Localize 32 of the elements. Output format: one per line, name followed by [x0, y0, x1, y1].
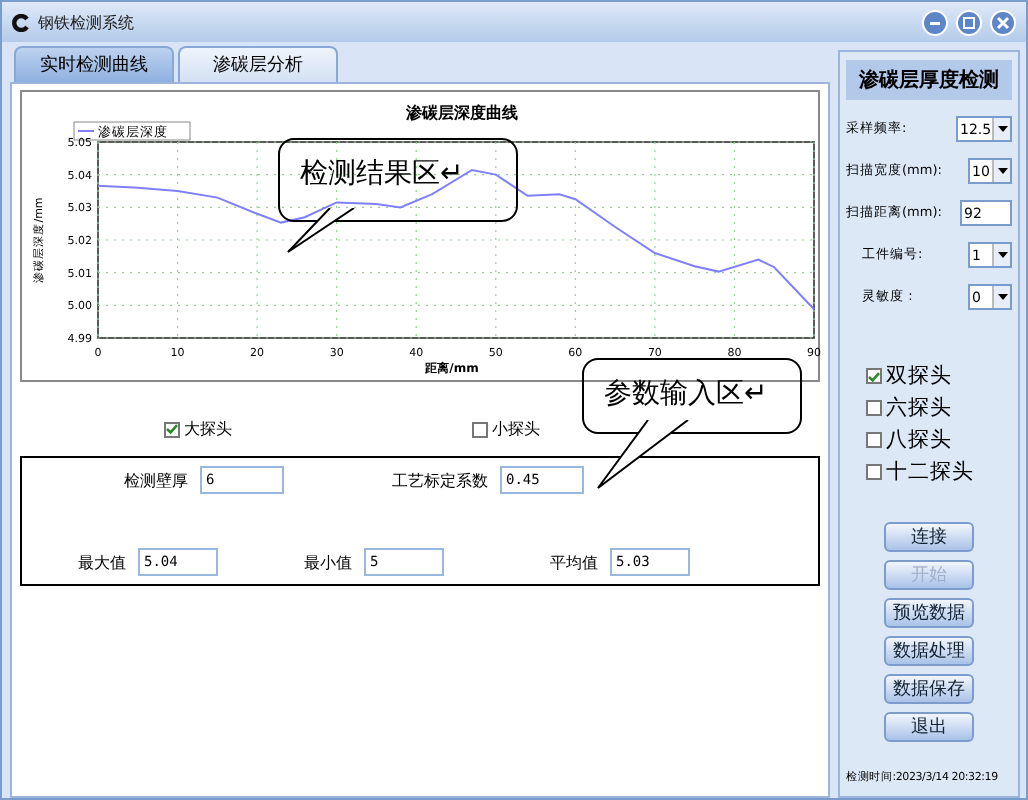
field-label: 工艺标定系数 [390, 469, 488, 491]
button[interactable]: 预览数据 [884, 598, 974, 628]
field-label: 检测壁厚 [122, 469, 188, 491]
dropdown-arrow-icon [997, 168, 1007, 174]
app-logo-icon [12, 13, 30, 31]
callout-pointer [286, 208, 358, 256]
checkbox[interactable]: 十二探头 [866, 458, 1012, 486]
maximize-icon[interactable] [956, 9, 982, 35]
dropdown-arrow-icon [997, 126, 1007, 132]
close-icon[interactable] [990, 9, 1016, 35]
panel-title: 渗碳层厚度检测 [846, 60, 1012, 100]
field-label: 最小值 [302, 551, 352, 573]
checkbox[interactable]: 八探头 [866, 426, 1012, 454]
tab[interactable]: 实时检测曲线 [14, 46, 174, 82]
button[interactable]: 退出 [884, 712, 974, 742]
checkbox[interactable]: 小探头 [472, 418, 540, 440]
checkmark-icon [868, 371, 880, 381]
button[interactable]: 数据保存 [884, 674, 974, 704]
button[interactable]: 连接 [884, 522, 974, 552]
checkmark-icon [166, 424, 178, 434]
checkbox[interactable]: 大探头 [164, 418, 232, 440]
window-title: 钢铁检测系统 [38, 11, 136, 33]
dropdown-arrow-icon [997, 252, 1007, 258]
field-label: 平均值 [548, 551, 598, 573]
tab[interactable]: 渗碳层分析 [178, 46, 338, 82]
checkbox[interactable]: 六探头 [866, 394, 1012, 422]
button[interactable]: 数据处理 [884, 636, 974, 666]
field-label: 最大值 [76, 551, 126, 573]
minimize-icon[interactable] [922, 9, 948, 35]
chart-title: 渗碳层深度曲线 [406, 104, 518, 122]
checkbox[interactable]: 双探头 [866, 362, 1012, 390]
dropdown-arrow-icon [997, 294, 1007, 300]
